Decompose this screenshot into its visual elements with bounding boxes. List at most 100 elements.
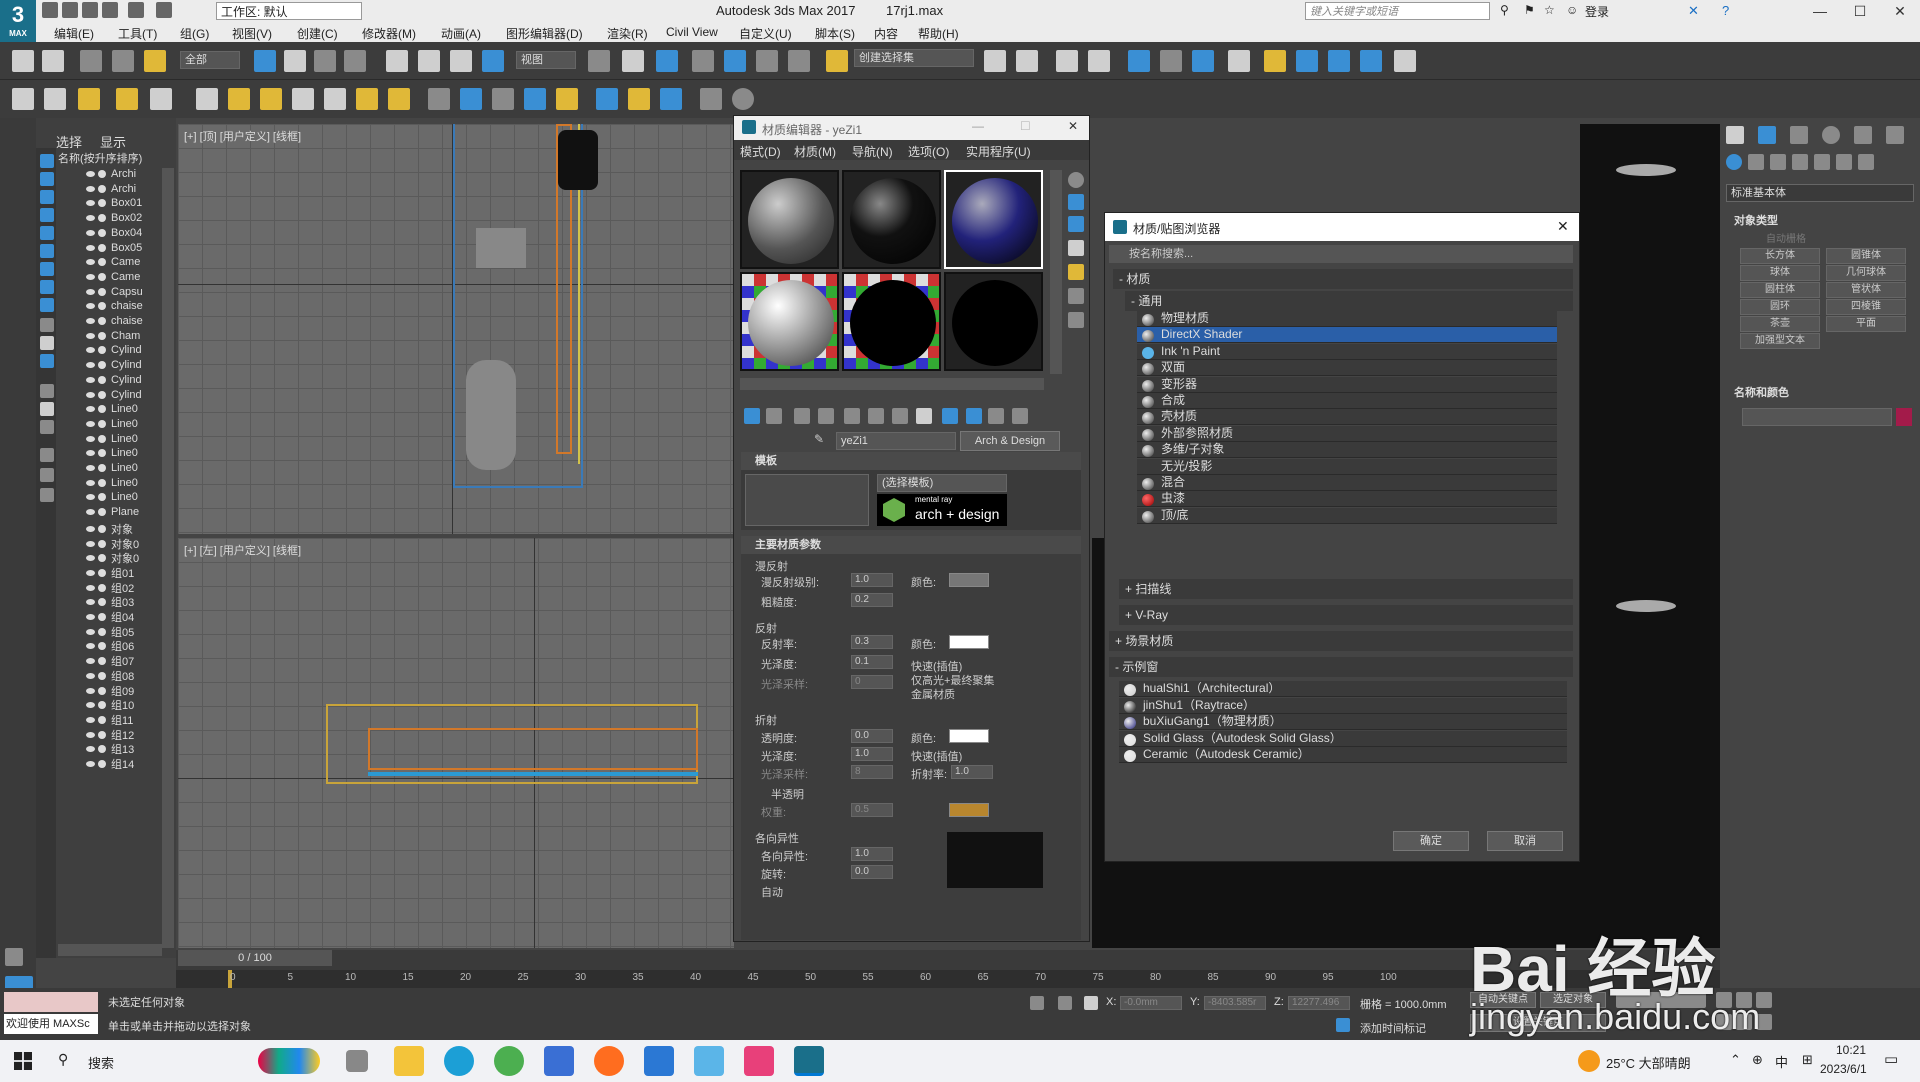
material-type-item[interactable]: 顶/底 bbox=[1137, 507, 1557, 524]
notification-icon[interactable]: ▭ bbox=[1884, 1050, 1898, 1068]
sample-slot-item[interactable]: jinShu1（Raytrace） bbox=[1119, 697, 1567, 714]
auto-grid-checkbox[interactable]: 自动栅格 bbox=[1766, 230, 1806, 245]
taskbar-search[interactable]: ⚲ 搜索 bbox=[48, 1040, 336, 1082]
sample-slot-5[interactable] bbox=[842, 272, 941, 371]
box-icon[interactable] bbox=[196, 88, 218, 110]
edge-icon[interactable] bbox=[444, 1046, 474, 1076]
render-iterative-icon[interactable] bbox=[1328, 50, 1350, 72]
lock-cell-icon[interactable] bbox=[40, 420, 54, 434]
hierarchy-icon[interactable] bbox=[40, 448, 54, 462]
scanline-category[interactable]: + 扫描线 bbox=[1119, 579, 1573, 599]
translucency-color-swatch[interactable] bbox=[949, 803, 989, 817]
app-icon[interactable] bbox=[694, 1046, 724, 1076]
make-unique-icon[interactable] bbox=[868, 408, 884, 424]
sample-slot-item[interactable]: buXiuGang1（物理材质） bbox=[1119, 714, 1567, 730]
me-menu-mode[interactable]: 模式(D) bbox=[740, 143, 781, 160]
put-to-scene-icon[interactable] bbox=[766, 408, 782, 424]
visibility-eye-icon[interactable] bbox=[86, 435, 95, 442]
menu-scripting[interactable]: 脚本(S) bbox=[815, 25, 855, 42]
layer-explorer-icon[interactable] bbox=[1056, 50, 1078, 72]
y-coord-field[interactable]: -8403.585r bbox=[1204, 996, 1266, 1010]
visibility-eye-icon[interactable] bbox=[86, 509, 95, 516]
visibility-eye-icon[interactable] bbox=[86, 244, 95, 251]
material-type-item[interactable]: 壳材质 bbox=[1137, 409, 1557, 426]
x-coord-field[interactable]: -0.0mm bbox=[1120, 996, 1182, 1010]
spacewarps-icon[interactable] bbox=[1836, 154, 1852, 170]
visibility-eye-icon[interactable] bbox=[86, 643, 95, 650]
me-menu-material[interactable]: 材质(M) bbox=[794, 143, 836, 160]
glossiness-spinner[interactable]: 0.1 bbox=[851, 655, 893, 669]
menu-rendering[interactable]: 渲染(R) bbox=[607, 25, 648, 42]
hemisphere-icon[interactable] bbox=[228, 88, 250, 110]
app-icon-2[interactable] bbox=[744, 1046, 774, 1076]
viewport-label[interactable]: [+] [顶] [用户定义] [线框] bbox=[184, 128, 301, 144]
visibility-eye-icon[interactable] bbox=[86, 376, 95, 383]
visibility-eye-icon[interactable] bbox=[86, 761, 95, 767]
find-icon[interactable] bbox=[40, 384, 54, 398]
sphere-icon[interactable] bbox=[260, 88, 282, 110]
refr-samples-spinner[interactable]: 8 bbox=[851, 765, 893, 779]
template-dropdown[interactable]: (选择模板) bbox=[877, 474, 1007, 492]
reset-map-icon[interactable] bbox=[818, 408, 834, 424]
close-icon[interactable]: ✕ bbox=[1068, 119, 1078, 133]
sample-slot-2[interactable] bbox=[842, 170, 941, 269]
ok-button[interactable]: 确定 bbox=[1393, 831, 1469, 851]
task-view-icon[interactable] bbox=[346, 1050, 368, 1072]
menu-modifiers[interactable]: 修改器(M) bbox=[362, 25, 416, 42]
place-icon[interactable] bbox=[482, 50, 504, 72]
align-icon[interactable] bbox=[1016, 50, 1038, 72]
browser-icon[interactable] bbox=[494, 1046, 524, 1076]
layer-icon[interactable] bbox=[40, 488, 54, 502]
slot-scrollbar[interactable] bbox=[1050, 170, 1062, 374]
sync-selection-icon[interactable] bbox=[40, 402, 54, 416]
sample-slot-6[interactable] bbox=[944, 272, 1043, 371]
show-end-result-icon[interactable] bbox=[966, 408, 982, 424]
reflectivity-spinner[interactable]: 0.3 bbox=[851, 635, 893, 649]
visibility-eye-icon[interactable] bbox=[86, 465, 95, 472]
invert-display-icon[interactable] bbox=[40, 354, 54, 368]
ribbon-toggle-icon[interactable] bbox=[1088, 50, 1110, 72]
redo-icon[interactable] bbox=[128, 2, 144, 18]
hierarchy-tab-icon[interactable] bbox=[1790, 126, 1808, 144]
sample-type-icon[interactable] bbox=[1068, 172, 1084, 188]
systems-icon[interactable] bbox=[1858, 154, 1874, 170]
scene-object-row[interactable]: 组14 bbox=[58, 756, 164, 774]
utilities-tab-icon[interactable] bbox=[1886, 126, 1904, 144]
viewport-label[interactable]: [+] [左] [用户定义] [线框] bbox=[184, 542, 301, 558]
favorites-icon[interactable]: ☆ bbox=[1544, 3, 1555, 17]
tab-select[interactable]: 选择 bbox=[56, 132, 82, 151]
multi-material-icon[interactable] bbox=[628, 88, 650, 110]
keyboard-shortcut-icon[interactable] bbox=[656, 50, 678, 72]
materials-category[interactable]: - 材质 bbox=[1113, 269, 1573, 289]
main-params-header[interactable]: 主要材质参数 bbox=[741, 536, 1081, 554]
ior-spinner[interactable]: 1.0 bbox=[951, 765, 993, 779]
selection-lock-icon[interactable] bbox=[1058, 996, 1072, 1010]
render-shortcuts-icon[interactable] bbox=[1394, 50, 1416, 72]
sun-icon[interactable] bbox=[356, 88, 378, 110]
explorer-hscroll[interactable] bbox=[58, 944, 162, 956]
visibility-eye-icon[interactable] bbox=[86, 318, 95, 325]
material-editor-icon[interactable] bbox=[1192, 50, 1214, 72]
redo-icon[interactable] bbox=[42, 50, 64, 72]
app-logo[interactable]: 3 MAX bbox=[0, 0, 36, 42]
menu-edit[interactable]: 编辑(E) bbox=[54, 25, 94, 42]
primitive-button[interactable]: 球体 bbox=[1740, 265, 1820, 281]
create-lights-icon[interactable] bbox=[116, 88, 138, 110]
undo-icon[interactable] bbox=[102, 2, 118, 18]
firefox-icon[interactable] bbox=[594, 1046, 624, 1076]
close-icon[interactable]: ✕ bbox=[1557, 218, 1569, 235]
diffuse-color-swatch[interactable] bbox=[949, 573, 989, 587]
menu-group[interactable]: 组(G) bbox=[180, 25, 209, 42]
me-menu-options[interactable]: 选项(O) bbox=[908, 143, 949, 160]
material-type-item[interactable]: 多维/子对象 bbox=[1137, 442, 1557, 459]
menu-views[interactable]: 视图(V) bbox=[232, 25, 272, 42]
options-icon[interactable] bbox=[1068, 312, 1084, 328]
file-explorer-icon[interactable] bbox=[394, 1046, 424, 1076]
rotation-spinner[interactable]: 0.0 bbox=[851, 865, 893, 879]
make-preview-icon[interactable] bbox=[1068, 288, 1084, 304]
filter-spacewarps-icon[interactable] bbox=[40, 244, 54, 258]
material-type-item[interactable]: 虫漆 bbox=[1137, 491, 1557, 508]
modify-tab-icon[interactable] bbox=[1758, 126, 1776, 144]
diffuse-level-spinner[interactable]: 1.0 bbox=[851, 573, 893, 587]
visibility-eye-icon[interactable] bbox=[86, 391, 95, 398]
